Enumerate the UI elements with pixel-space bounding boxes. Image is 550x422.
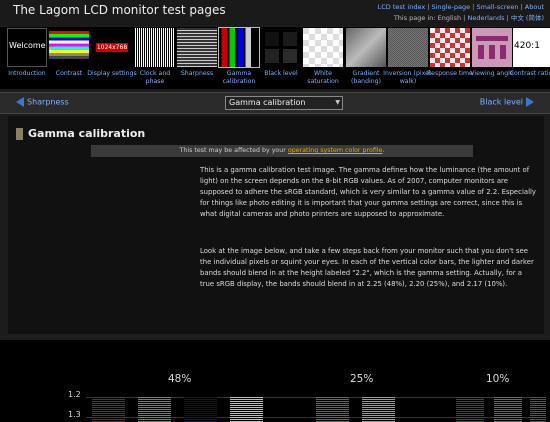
black-level-thumbnail bbox=[261, 28, 301, 67]
green-bar-10 bbox=[456, 396, 484, 422]
arrow-right-icon bbox=[526, 97, 534, 107]
top-bar: The Lagom LCD monitor test pages LCD tes… bbox=[0, 0, 550, 26]
sharpness-thumbnail bbox=[177, 28, 217, 67]
arrow-left-icon bbox=[16, 97, 24, 107]
introduction-thumbnail: Welcome bbox=[7, 28, 47, 67]
contrast-ratio-text: 420:1 bbox=[514, 41, 540, 51]
thumb-introduction[interactable]: Welcome Introduction bbox=[6, 28, 48, 88]
green-bar-25 bbox=[316, 396, 349, 422]
contrast-thumbnail bbox=[49, 28, 89, 67]
language-label: This page in: English | bbox=[393, 14, 466, 22]
clock-phase-thumbnail bbox=[135, 28, 175, 67]
gamma-label: 1.2 bbox=[68, 390, 81, 399]
top-links: LCD test index | Single-page | Small-scr… bbox=[377, 3, 544, 22]
viewing-angle-thumbnail bbox=[472, 28, 512, 67]
instructions-paragraph: Look at the image below, and take a few … bbox=[200, 247, 534, 288]
gamma-label: 1.3 bbox=[68, 410, 81, 419]
link-single-page[interactable]: Single-page bbox=[432, 3, 471, 11]
language-links[interactable]: Nederlands | 中文 (简体) bbox=[467, 14, 544, 22]
blue-bar-48 bbox=[184, 396, 217, 422]
resolution-badge: 1024x768 bbox=[96, 43, 128, 52]
gray-bar-25 bbox=[362, 396, 395, 422]
thumb-contrast[interactable]: Contrast bbox=[48, 28, 90, 88]
test-thumbnails: Welcome Introduction Contrast 1024x768 D… bbox=[0, 27, 550, 89]
inversion-thumbnail bbox=[388, 28, 428, 67]
site-title: The Lagom LCD monitor test pages bbox=[13, 3, 226, 17]
gamma-test-pattern: 48% 25% 10% 1.2 1.3 bbox=[0, 340, 550, 422]
thumb-display-settings[interactable]: 1024x768 Display settings bbox=[87, 28, 137, 88]
group-label-10: 10% bbox=[486, 373, 510, 385]
thumb-sharpness[interactable]: Sharpness bbox=[176, 28, 218, 88]
contrast-ratio-thumbnail: 420:1 bbox=[513, 28, 550, 67]
white-saturation-thumbnail bbox=[303, 28, 343, 67]
intro-paragraph: This is a gamma calibration test image. … bbox=[200, 166, 537, 218]
link-lcd-test-index[interactable]: LCD test index bbox=[378, 3, 426, 11]
heading-marker bbox=[16, 128, 23, 140]
thumb-gradient[interactable]: Gradient (banding) bbox=[345, 28, 387, 88]
chevron-down-icon: ▼ bbox=[335, 99, 340, 106]
gray-bar-48 bbox=[230, 396, 263, 422]
page-title: Gamma calibration bbox=[28, 127, 146, 140]
link-about[interactable]: About bbox=[525, 3, 544, 11]
previous-link[interactable]: Sharpness bbox=[16, 97, 69, 107]
thumb-viewing-angle[interactable]: Viewing angle bbox=[470, 28, 514, 88]
thumb-clock-phase[interactable]: Clock and phase bbox=[134, 28, 176, 88]
thumb-white-saturation[interactable]: White saturation bbox=[302, 28, 344, 88]
group-label-48: 48% bbox=[168, 373, 192, 385]
color-profile-link[interactable]: operating system color profile bbox=[288, 147, 383, 154]
gray-bar-10 bbox=[494, 396, 522, 422]
thumb-inversion[interactable]: Inversion (pixel-walk) bbox=[383, 28, 433, 88]
test-page-select[interactable]: Gamma calibration ▼ bbox=[225, 96, 343, 110]
welcome-text: Welcome bbox=[9, 41, 46, 50]
content-panel: Gamma calibration This test may be affec… bbox=[8, 116, 544, 334]
link-small-screen[interactable]: Small-screen bbox=[476, 3, 518, 11]
thumb-label: Contrast ratio bbox=[509, 70, 550, 77]
gradient-thumbnail bbox=[346, 28, 386, 67]
thumb-black-level[interactable]: Black level bbox=[260, 28, 302, 88]
thumb-response-time[interactable]: Response time bbox=[427, 28, 473, 88]
thumb-gamma-calibration[interactable]: Gamma calibration bbox=[218, 27, 260, 88]
next-link[interactable]: Black level bbox=[480, 97, 534, 107]
red-bar-48 bbox=[92, 396, 125, 422]
page-navigation: Sharpness Gamma calibration ▼ Black leve… bbox=[0, 92, 550, 114]
gray-bar-10b bbox=[530, 396, 546, 422]
response-time-thumbnail bbox=[430, 28, 470, 67]
thumb-contrast-ratio[interactable]: 420:1 Contrast ratio bbox=[510, 28, 550, 88]
color-profile-notice: This test may be affected by your operat… bbox=[91, 145, 473, 157]
green-bar-48 bbox=[138, 396, 171, 422]
group-label-25: 25% bbox=[350, 373, 374, 385]
display-settings-thumbnail: 1024x768 bbox=[92, 28, 132, 67]
gamma-calibration-thumbnail bbox=[218, 27, 260, 68]
